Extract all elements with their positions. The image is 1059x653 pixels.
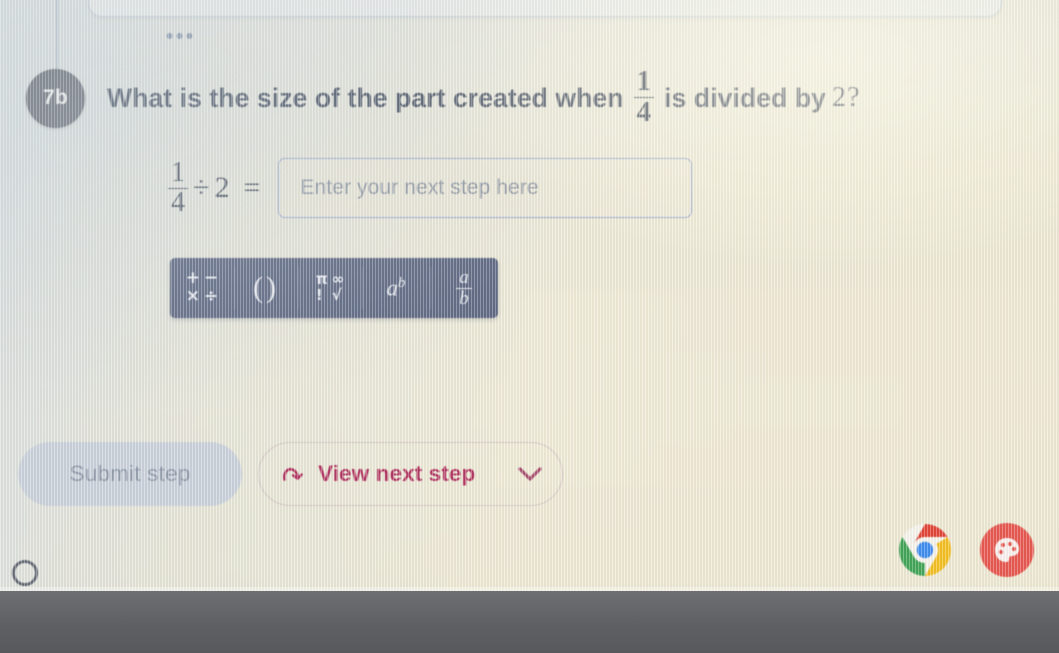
laptop-bezel — [0, 587, 1059, 653]
equation-fraction-denominator: 4 — [168, 187, 188, 218]
screen-photo: ••• 7b What is the size of the part crea… — [0, 0, 1059, 653]
app-red-icon[interactable] — [980, 523, 1034, 577]
math-toolbar-fraction-button[interactable]: a b — [430, 258, 498, 318]
view-next-step-button[interactable]: View next step — [258, 442, 564, 506]
equation-operand: 2 — [214, 171, 230, 204]
chevron-down-icon[interactable] — [514, 464, 546, 484]
fraction-icon: a b — [456, 268, 472, 308]
symbols-icon: π ∞ ! √ — [316, 272, 344, 303]
equation-fraction-numerator: 1 — [171, 156, 185, 188]
question-text-after: is divided by — [664, 82, 826, 113]
equation-operator: ÷ — [193, 171, 210, 204]
sqrt-glyph: √ — [331, 286, 342, 304]
chrome-icon[interactable] — [898, 523, 952, 577]
equation-equals: = — [243, 171, 261, 204]
redo-arrow-icon — [281, 463, 305, 485]
fraction-icon-numerator: a — [459, 267, 469, 289]
step-badge: 7b — [26, 68, 85, 128]
divide-glyph: ÷ — [204, 286, 219, 306]
parentheses-icon: () — [253, 271, 279, 305]
top-panel-card — [88, 0, 1002, 17]
step-connector-line — [56, 0, 58, 72]
times-glyph: × — [185, 286, 200, 306]
equation-fraction: 1 4 — [168, 156, 188, 218]
submit-step-button[interactable]: Submit step — [18, 442, 242, 506]
equation-expression: 1 4 ÷ 2 = — [168, 156, 264, 218]
operators-icon: + − × ÷ — [186, 270, 219, 305]
action-row: Submit step View next step — [18, 442, 564, 506]
question-fraction: 1 4 — [633, 65, 655, 128]
question-row: 7b What is the size of the part created … — [26, 65, 860, 128]
question-mark: ? — [847, 82, 860, 114]
next-step-input[interactable]: Enter your next step here — [278, 158, 693, 218]
math-toolbar-symbols-button[interactable]: π ∞ ! √ — [298, 258, 362, 318]
question-text-before: What is the size of the part created whe… — [107, 82, 624, 113]
exponent-base: a — [386, 275, 399, 301]
exponent-power: b — [398, 274, 406, 291]
equation-row: 1 4 ÷ 2 = Enter your next step here — [168, 156, 693, 218]
math-toolbar-operators-button[interactable]: + − × ÷ — [170, 258, 234, 318]
taskbar-icons — [898, 523, 1034, 577]
next-step-input-placeholder: Enter your next step here — [300, 176, 539, 199]
paren-close-glyph: ) — [266, 271, 279, 304]
math-toolbar-exponent-button[interactable]: ab — [362, 258, 430, 318]
factorial-glyph: ! — [315, 286, 323, 304]
view-next-step-label: View next step — [318, 461, 476, 486]
circle-nav-icon[interactable] — [12, 560, 38, 586]
exponent-icon: ab — [387, 275, 406, 302]
paren-open-glyph: ( — [253, 271, 266, 304]
question-divisor: 2 — [831, 82, 847, 114]
math-toolbar: + − × ÷ () π ∞ ! √ ab a b — [170, 258, 498, 318]
question-fraction-denominator: 4 — [633, 96, 655, 128]
fraction-icon-denominator: b — [456, 287, 472, 308]
question-text: What is the size of the part created whe… — [107, 65, 860, 128]
overflow-menu-icon[interactable]: ••• — [166, 26, 196, 47]
math-toolbar-parentheses-button[interactable]: () — [234, 258, 298, 318]
question-fraction-numerator: 1 — [636, 65, 652, 97]
